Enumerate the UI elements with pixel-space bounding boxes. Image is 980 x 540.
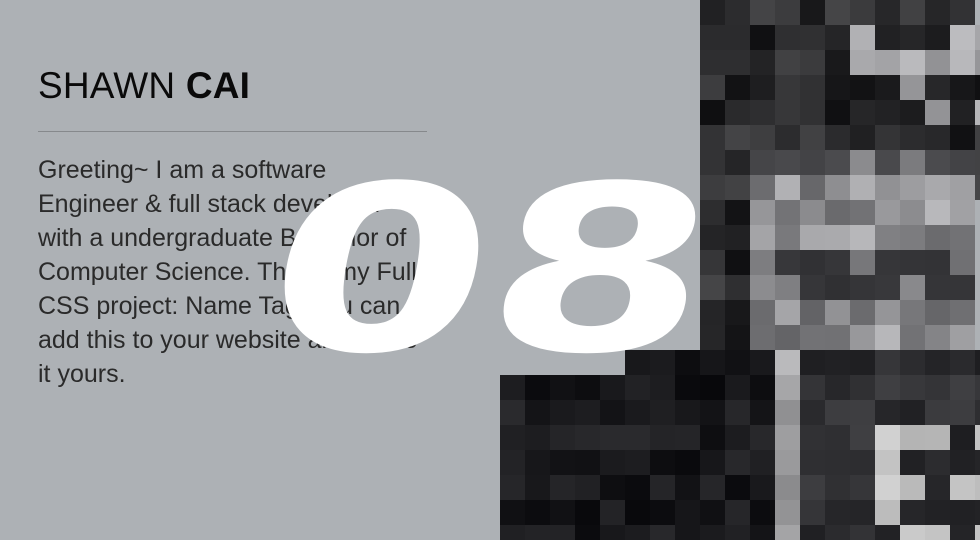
big-number-08: 08 bbox=[262, 150, 732, 370]
name-tag-card: SHAWN CAI Greeting~ I am a software Engi… bbox=[0, 0, 980, 540]
number-text: 08 bbox=[262, 150, 732, 370]
name-heading: SHAWN CAI bbox=[38, 64, 250, 108]
name-divider bbox=[38, 131, 427, 132]
first-name: SHAWN bbox=[38, 65, 176, 106]
last-name: CAI bbox=[185, 65, 251, 106]
